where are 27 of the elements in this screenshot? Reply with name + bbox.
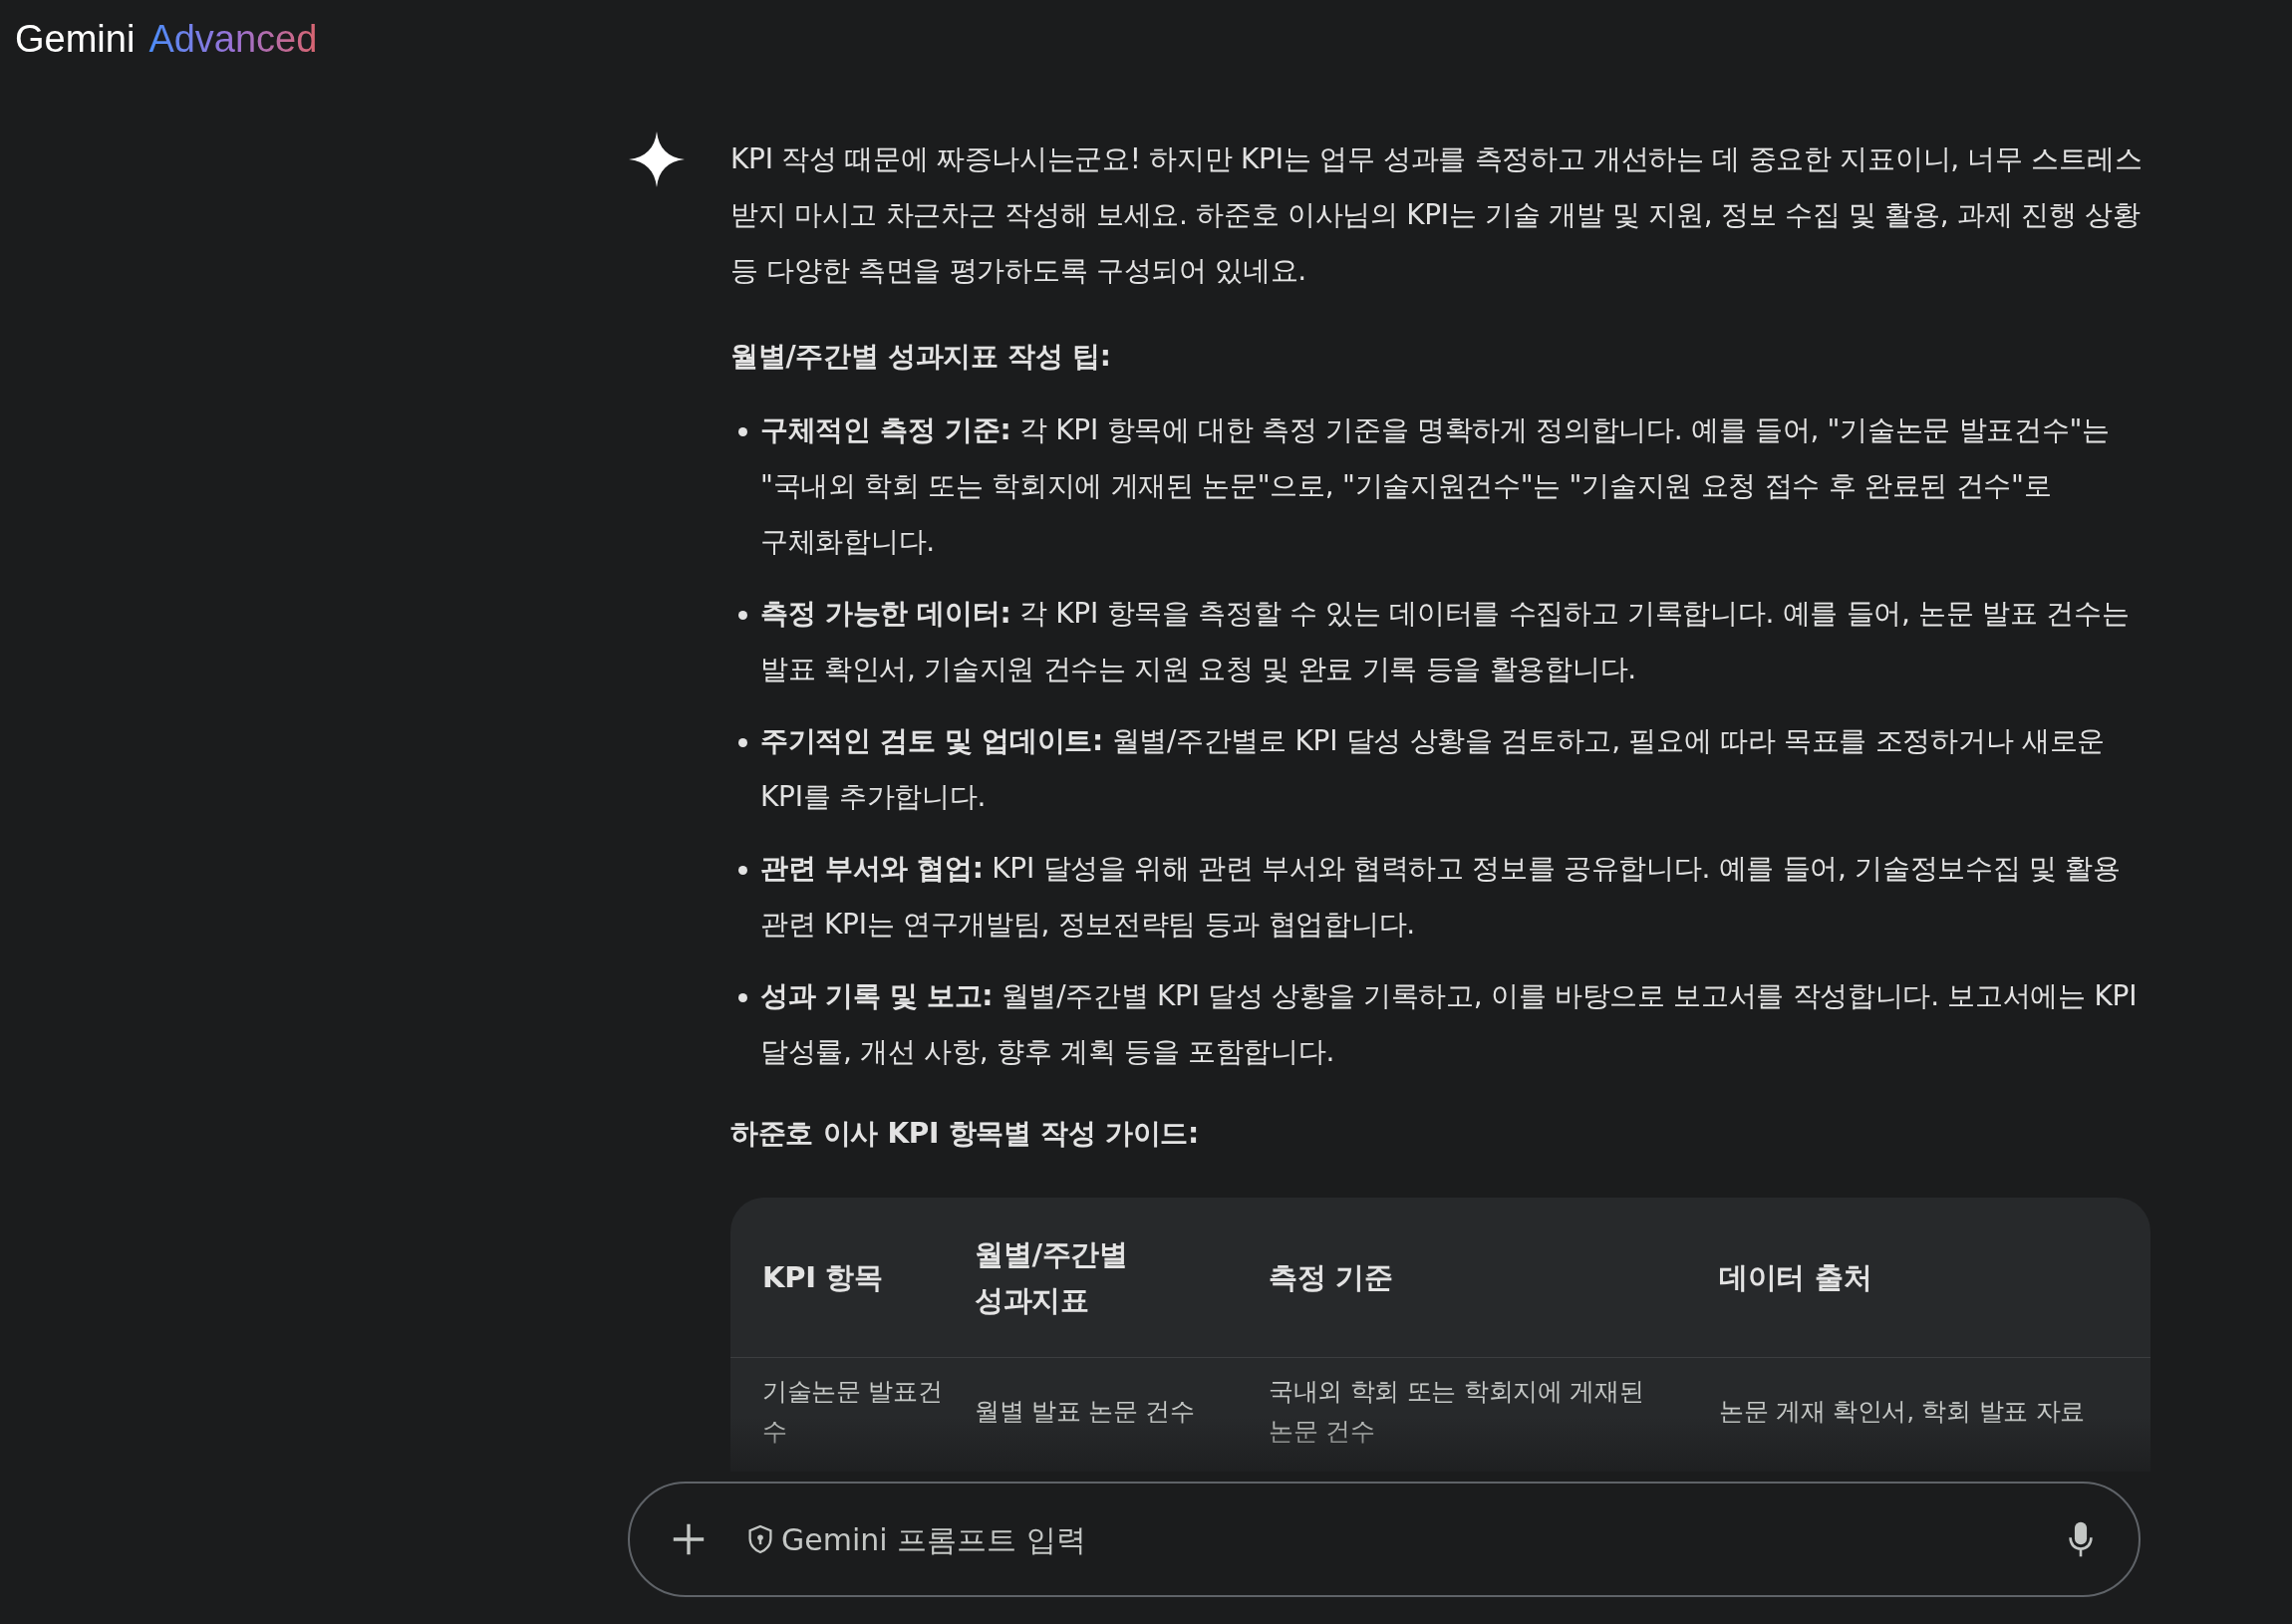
tip-text: 측정 가능한 데이터: 각 KPI 항목을 측정할 수 있는 데이터를 수집하고 기록합니다. 예를 들어, 논문 발표 건수는 발표 확인서, 기술지원 건수는 지원 요청 및 완료 기록 등을 활용합니다. <box>760 596 2131 687</box>
prompt-field[interactable]: Gemini 프롬프트 입력 <box>628 1482 2141 1597</box>
tip-text: 주기적인 검토 및 업데이트: 월별/주간별로 KPI 달성 상황을 검토하고, 필요에 따라 목표를 조정하거나 새로운 KPI를 추가합니다. <box>760 723 2106 815</box>
column-header: 데이터 출처 <box>1687 1198 2150 1357</box>
column-header: KPI 항목 <box>730 1198 975 1357</box>
tip-text: 성과 기록 및 보고: 월별/주간별 KPI 달성 상황을 기록하고, 이를 바탕으로 보고서를 작성합니다. 보고서에는 KPI 달성률, 개선 사항, 향후 계획 등을 포함합니다. <box>760 978 2139 1070</box>
bullet-icon <box>738 866 747 875</box>
shield-icon <box>747 1524 773 1554</box>
table-cell: 논문 게재 확인서, 학회 발표 자료 <box>1687 1357 2150 1466</box>
bullet-icon <box>738 738 747 747</box>
column-header: 월별/주간별 성과지표 <box>975 1198 1239 1357</box>
table-cell: 기술논문 발표건수 <box>730 1357 975 1466</box>
response-paragraph: KPI 작성 때문에 짜증나시는군요! 하지만 KPI는 업무 성과를 측정하고 개선하는 데 중요한 지표이니, 너무 스트레스 받지 마시고 차근차근 작성해 보세요. 하준호 이사님의 KPI는 기술 개발 및 지원, 정보 수집 및 활용, 과제 진행 상황 등 다양한 측면을 평가하도록 구성되어 있네요. <box>730 141 2144 289</box>
section-heading: 월별/주간별 성과지표 작성 팁: <box>730 339 1112 375</box>
app-title: Gemini <box>15 18 136 60</box>
table-cell: 국내외 학회 또는 학회지에 게재된 논문 건수 <box>1239 1357 1687 1466</box>
sparkle-icon <box>629 132 685 187</box>
tip-text: 관련 부서와 협업: KPI 달성을 위해 관련 부서와 협력하고 정보를 공유합니다. 예를 들어, 기술정보수집 및 활용 관련 KPI는 연구개발팀, 정보전략팀 등과 협업합니다. <box>760 851 2122 943</box>
column-header: 측정 기준 <box>1239 1198 1687 1357</box>
bullet-icon <box>738 611 747 620</box>
prompt-input[interactable]: Gemini 프롬프트 입력 <box>779 1520 2068 1558</box>
table-cell: 월별 발표 논문 건수 <box>975 1357 1239 1466</box>
tip-text: 구체적인 측정 기준: 각 KPI 항목에 대한 측정 기준을 명확하게 정의합니다. 예를 들어, "기술논문 발표건수"는 "국내외 학회 또는 학회지에 게재된 논문"으로, "기술지원건수"는 "기술지원 요청 접수 후 완료된 건수"로 구체화합니다. <box>760 412 2111 560</box>
bullet-icon <box>738 993 747 1002</box>
bullet-icon <box>738 427 747 436</box>
microphone-icon[interactable] <box>2068 1519 2094 1559</box>
section-heading: 하준호 이사 KPI 항목별 작성 가이드: <box>730 1116 1200 1152</box>
